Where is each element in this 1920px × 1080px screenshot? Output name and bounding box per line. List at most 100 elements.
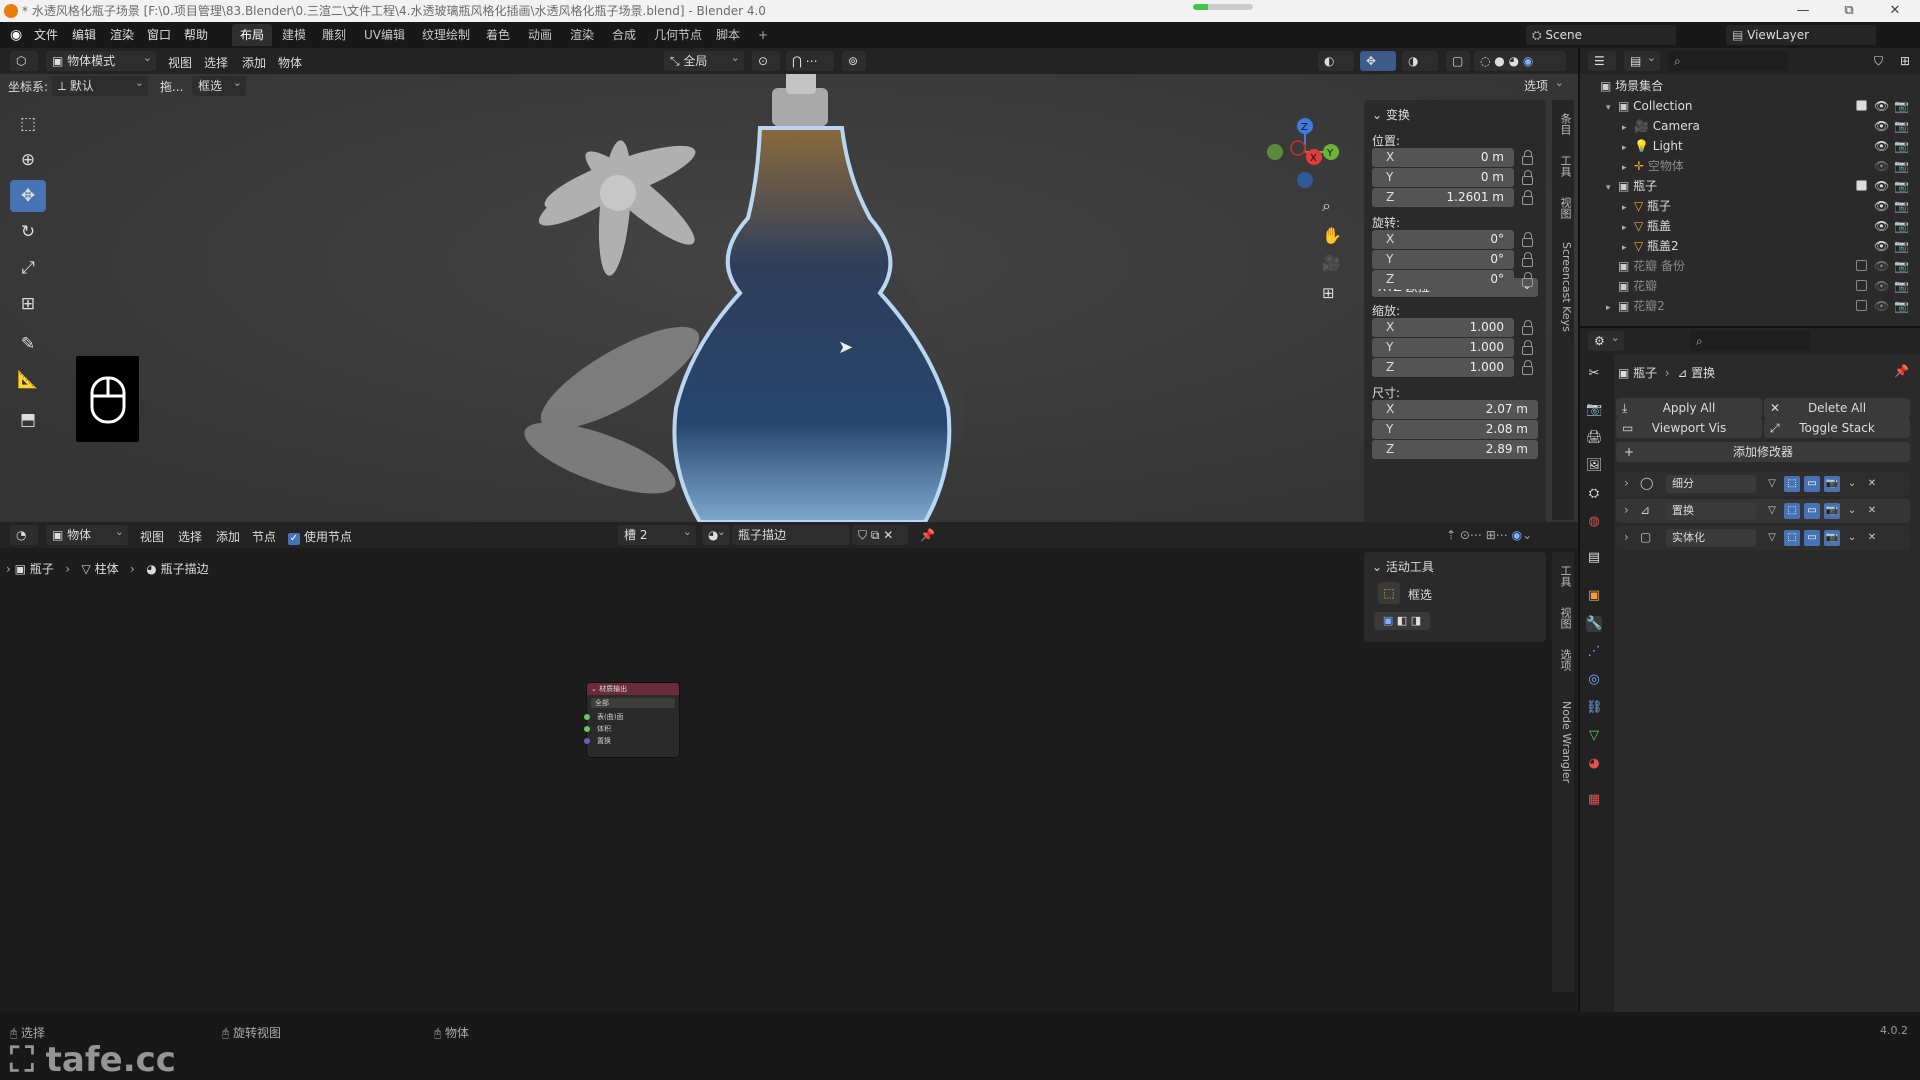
scene-tab-icon[interactable]: ⛭ xyxy=(1586,486,1602,502)
scale-z-field[interactable]: Z 1.000 xyxy=(1372,358,1514,377)
outliner-scene-collection[interactable]: ▣ 场景集合 xyxy=(1600,76,1663,96)
breadcrumb-object[interactable]: 瓶子 xyxy=(30,562,54,576)
pivot-point-button[interactable]: ⊙ xyxy=(752,51,780,71)
node-menu-view[interactable]: 视图 xyxy=(140,528,164,545)
node-menu-add[interactable]: 添加 xyxy=(216,528,240,545)
snap-button[interactable]: ⋂ ⋯ xyxy=(786,51,834,71)
world-tab-icon[interactable]: ◍ xyxy=(1586,514,1602,530)
render-camera-icon[interactable]: 📷 xyxy=(1894,219,1909,233)
render-icon[interactable]: 📷 xyxy=(1824,530,1840,546)
transform-orientation-selector[interactable]: ⤡ 全局 xyxy=(664,48,744,71)
expand-triangle-icon[interactable]: ▸ xyxy=(1622,238,1634,258)
tab-node-tool[interactable]: 工具 xyxy=(1553,558,1573,594)
exclude-checkbox[interactable] xyxy=(1856,100,1867,111)
outliner-type-button[interactable]: ☰ xyxy=(1588,51,1616,71)
output-tab-icon[interactable]: 🖨 xyxy=(1586,430,1603,446)
render-camera-icon[interactable]: 📷 xyxy=(1894,259,1909,273)
outliner-row[interactable]: ▸ ▣ 花瓣2 xyxy=(1606,296,1665,316)
material-browse-button[interactable]: ◕ xyxy=(702,522,730,545)
delete-all-button[interactable]: ✕ Delete All xyxy=(1764,398,1910,418)
modifier-name-field[interactable]: 置换 xyxy=(1666,502,1756,520)
workspace-tab-scripting[interactable]: 脚本 xyxy=(708,24,748,46)
visibility-eye-icon[interactable]: 👁 xyxy=(1874,99,1889,113)
material-name-field[interactable]: 瓶子描边 xyxy=(732,525,850,545)
workspace-tab-geometry-nodes[interactable]: 几何节点 xyxy=(646,24,710,46)
menu-file[interactable]: 文件 xyxy=(34,22,58,48)
view-layer-tab-icon[interactable]: 🖼 xyxy=(1586,458,1603,474)
dimensions-y-field[interactable]: Y 2.08 m xyxy=(1372,420,1538,439)
scale-tool[interactable]: ⤢ xyxy=(10,252,46,284)
workspace-tab-modeling[interactable]: 建模 xyxy=(274,24,314,46)
outliner-row[interactable]: ▸ 🎥 Camera xyxy=(1622,116,1700,136)
outliner-search-input[interactable]: ⌕ xyxy=(1668,51,1788,71)
edit-mode-icon[interactable]: ⬚ xyxy=(1784,530,1800,546)
visibility-eye-icon[interactable]: 👁 xyxy=(1874,139,1889,153)
add-workspace-button[interactable]: + xyxy=(750,24,776,46)
expand-triangle-icon[interactable]: ▾ xyxy=(1606,178,1618,198)
node-socket-surface[interactable]: 表(曲)面 xyxy=(584,711,679,723)
minimize-button[interactable]: — xyxy=(1780,0,1826,22)
selection-mode-buttons[interactable]: ▣ ◧ ◨ xyxy=(1374,612,1430,630)
breadcrumb-material[interactable]: 瓶子描边 xyxy=(161,562,209,576)
scale-x-field[interactable]: X 1.000 xyxy=(1372,318,1514,337)
expand-triangle-icon[interactable]: ▸ xyxy=(1606,298,1618,318)
xray-button[interactable]: ▢ xyxy=(1446,51,1470,71)
apply-all-button[interactable]: ⤓ Apply All xyxy=(1616,398,1762,418)
modifier-panel[interactable]: › ▢ 实体化 ▽ ⬚ ▭ 📷 ⌄ ✕ xyxy=(1616,526,1910,550)
editor-type-button[interactable]: ⬡ xyxy=(10,51,38,71)
add-modifier-button[interactable]: + 添加修改器 xyxy=(1616,442,1910,462)
particles-tab-icon[interactable]: ⋰ xyxy=(1586,644,1602,660)
location-z-field[interactable]: Z 1.2601 m xyxy=(1372,188,1514,207)
edit-mode-icon[interactable]: ⬚ xyxy=(1784,476,1800,492)
rotation-z-field[interactable]: Z 0° xyxy=(1372,270,1514,289)
visibility-eye-icon[interactable]: 👁 xyxy=(1874,219,1889,233)
menu-edit[interactable]: 编辑 xyxy=(72,22,96,48)
on-cage-icon[interactable]: ▽ xyxy=(1764,530,1780,546)
workspace-tab-uv[interactable]: UV编辑 xyxy=(356,24,413,46)
display-mode-button[interactable]: ▤ xyxy=(1624,48,1660,71)
viewport-menu-view[interactable]: 视图 xyxy=(168,54,192,71)
node-menu-select[interactable]: 选择 xyxy=(178,528,202,545)
node-socket-volume[interactable]: 体积 xyxy=(584,723,679,735)
properties-type-button[interactable]: ⚙ xyxy=(1588,328,1624,351)
select-box-tool[interactable]: ⬚ xyxy=(10,108,46,140)
viewport-menu-object[interactable]: 物体 xyxy=(278,54,302,71)
physics-tab-icon[interactable]: ◎ xyxy=(1586,672,1602,688)
outliner-row[interactable]: ▸ ▽ 瓶盖 xyxy=(1622,216,1671,236)
location-x-field[interactable]: X 0 m xyxy=(1372,148,1514,167)
new-collection-button[interactable]: ⊞ xyxy=(1894,51,1916,71)
node-editor-type-button[interactable]: ◔ xyxy=(10,525,38,545)
node-editor[interactable]: ◔ ▣ 物体 视图 选择 添加 节点 ✓ 使用节点 槽 2 ◕ 瓶子描边 ⛉ ⧉ … xyxy=(0,522,1578,1016)
move-tool[interactable]: ✥ xyxy=(10,180,46,212)
shading-buttons[interactable]: ◌ ● ◕ ◉ xyxy=(1474,51,1566,71)
edit-mode-icon[interactable]: ⬚ xyxy=(1784,503,1800,519)
lock-icon[interactable] xyxy=(1522,360,1533,375)
workspace-tab-compositing[interactable]: 合成 xyxy=(604,24,644,46)
pin-icon[interactable]: 📌 xyxy=(920,528,935,542)
pin-icon[interactable]: 📌 xyxy=(1894,364,1909,378)
select-box-icon[interactable]: ⬚ xyxy=(1378,582,1400,604)
properties-search-input[interactable]: ⌕ xyxy=(1690,331,1810,351)
menu-window[interactable]: 窗口 xyxy=(147,22,171,48)
proportional-edit-button[interactable]: ⊚ xyxy=(842,51,866,71)
coord-system-selector[interactable]: ⟂ 默认 xyxy=(52,73,148,96)
render-tab-icon[interactable]: 📷 xyxy=(1586,402,1602,418)
viewport-menu-select[interactable]: 选择 xyxy=(204,54,228,71)
expand-triangle-icon[interactable]: ▸ xyxy=(1622,138,1634,158)
render-icon[interactable]: 📷 xyxy=(1824,503,1840,519)
visibility-eye-icon[interactable]: 👁 xyxy=(1874,159,1889,173)
view-layer-selector[interactable]: ▤ ViewLayer xyxy=(1726,25,1876,45)
render-camera-icon[interactable]: 📷 xyxy=(1894,239,1909,253)
dimensions-x-field[interactable]: X 2.07 m xyxy=(1372,400,1538,419)
lock-icon[interactable] xyxy=(1522,232,1533,247)
add-cube-tool[interactable]: ⬒ xyxy=(10,404,46,436)
node-target-dropdown[interactable]: 全部 xyxy=(591,698,675,708)
viewport-menu-add[interactable]: 添加 xyxy=(242,54,266,71)
render-camera-icon[interactable]: 📷 xyxy=(1894,159,1909,173)
lock-icon[interactable] xyxy=(1522,252,1533,267)
outliner-row[interactable]: ▸ 💡 Light xyxy=(1622,136,1683,156)
collection-tab-icon[interactable]: ▤ xyxy=(1586,550,1602,566)
exclude-checkbox[interactable] xyxy=(1856,260,1867,271)
dropdown-chevron-icon[interactable]: ⌄ xyxy=(1844,503,1860,519)
blender-menu-icon[interactable]: ◉ xyxy=(10,22,22,48)
